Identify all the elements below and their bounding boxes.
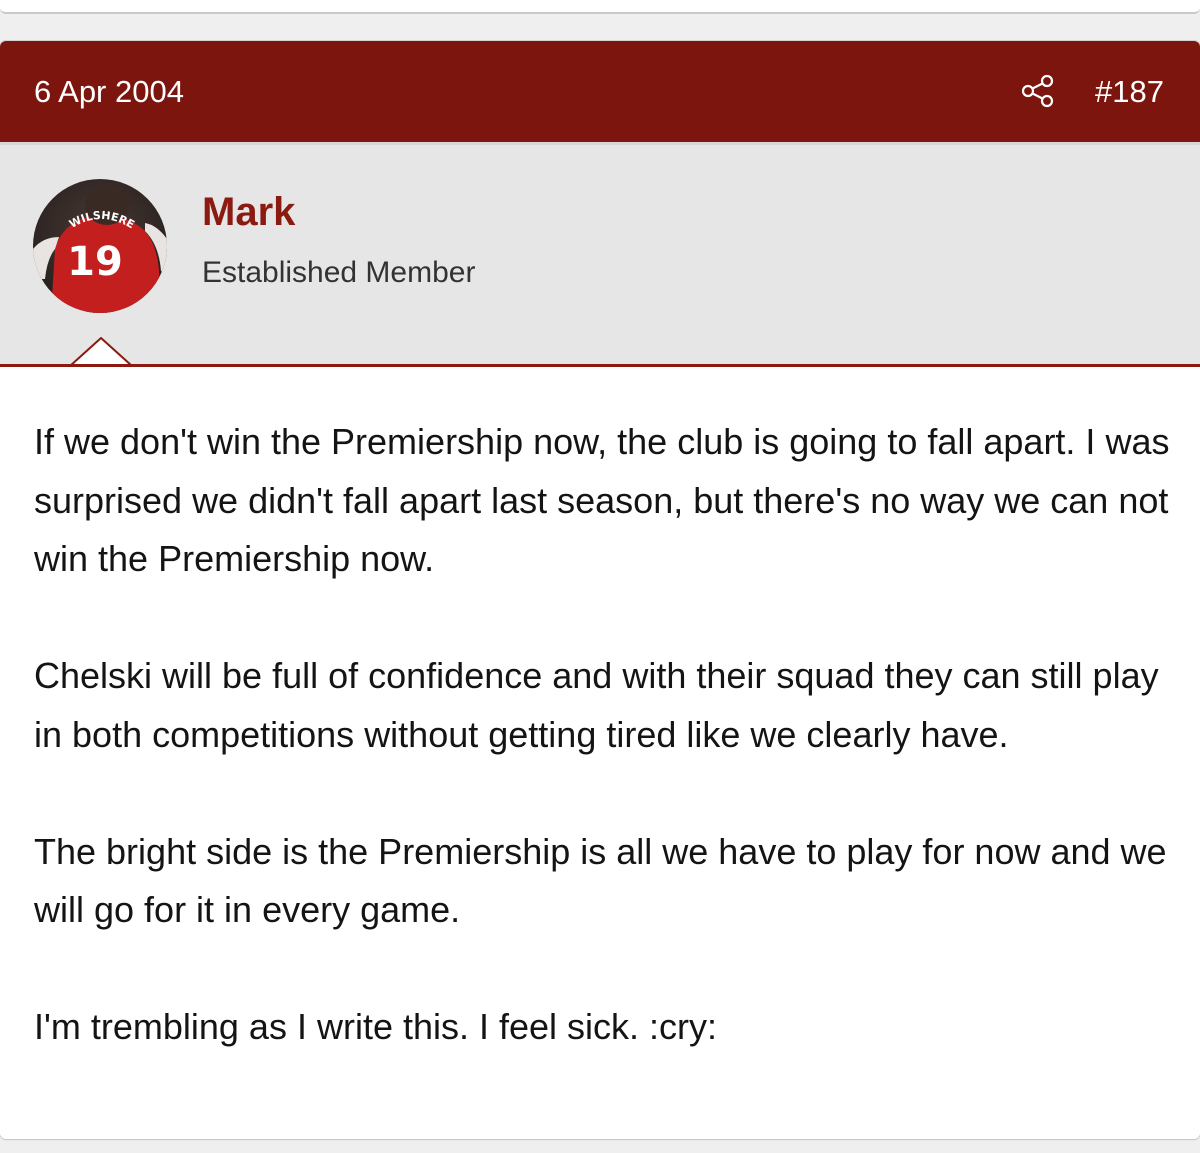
user-info: WILSHERE 19 Mark Established Member <box>0 145 1200 366</box>
post-header: 6 Apr 2004 #187 <box>0 41 1200 145</box>
jersey-number: 19 <box>67 239 123 285</box>
user-title: Established Member <box>202 256 476 289</box>
share-icon[interactable] <box>1020 73 1056 109</box>
post-body: If we don't win the Premiership now, the… <box>34 413 1174 1057</box>
post-paragraph: If we don't win the Premiership now, the… <box>34 421 1170 579</box>
forum-post: 6 Apr 2004 #187 WILSHERE 19 Mark Establi… <box>0 41 1200 1139</box>
user-divider <box>0 364 1200 367</box>
avatar-image: WILSHERE 19 <box>33 185 167 313</box>
post-number-link[interactable]: #187 <box>1095 74 1164 110</box>
post-paragraph: The bright side is the Premiership is al… <box>34 830 1167 931</box>
post-paragraph: Chelski will be full of confidence and w… <box>34 655 1159 755</box>
username-link[interactable]: Mark <box>202 189 295 235</box>
previous-post-edge <box>0 0 1200 14</box>
post-date[interactable]: 6 Apr 2004 <box>34 74 184 110</box>
avatar[interactable]: WILSHERE 19 <box>33 179 167 313</box>
post-paragraph: I'm trembling as I write this. I feel si… <box>34 1006 718 1047</box>
